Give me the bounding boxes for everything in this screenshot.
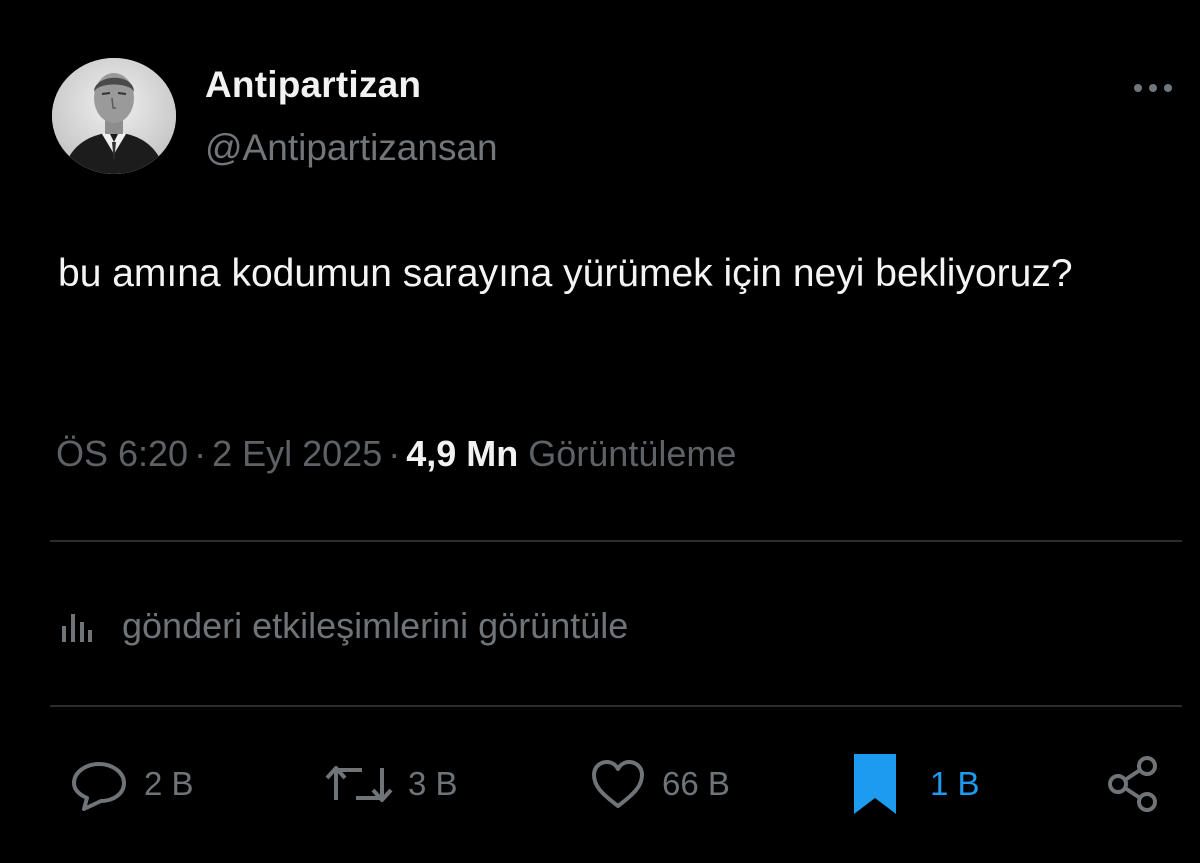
reply-button[interactable]: 2 B — [68, 756, 194, 812]
share-button[interactable] — [1102, 756, 1164, 812]
retweet-button[interactable]: 3 B — [324, 756, 458, 812]
share-icon — [1108, 756, 1157, 812]
view-post-engagements-label: gönderi etkileşimlerini görüntüle — [122, 605, 629, 646]
ellipsis-icon — [1134, 84, 1172, 92]
views-count: 4,9 Mn — [406, 433, 519, 474]
tweet-actions-bar: 2 B 3 B 66 B 1 B — [0, 754, 1200, 814]
heart-icon — [592, 760, 644, 808]
tweet-meta: ÖS 6:20 · 2 Eyl 2025 · 4,9 Mn Görüntüleme — [56, 433, 736, 475]
meta-separator: · — [388, 433, 401, 474]
bookmark-count: 1 B — [930, 765, 980, 802]
bookmark-button[interactable]: 1 B — [850, 754, 980, 814]
bookmark-icon — [854, 754, 896, 814]
author-handle[interactable]: @Antipartizansan — [205, 127, 498, 169]
view-post-engagements-link[interactable]: gönderi etkileşimlerini görüntüle — [58, 604, 628, 648]
reply-icon — [72, 762, 126, 811]
more-options-button[interactable] — [1120, 70, 1180, 106]
tweet-time[interactable]: ÖS 6:20 — [56, 433, 188, 474]
tweet-text: bu amına kodumun sarayına yürümek için n… — [58, 252, 1073, 295]
tweet-date[interactable]: 2 Eyl 2025 — [212, 433, 382, 474]
divider — [50, 705, 1182, 707]
reply-count: 2 B — [144, 765, 194, 802]
bar-chart-icon — [62, 614, 92, 642]
profile-photo-portrait — [52, 58, 176, 174]
tweet-card: Antipartizan @Antipartizansan bu amına k… — [0, 0, 1200, 863]
retweet-icon — [325, 766, 393, 802]
like-button[interactable]: 66 B — [588, 756, 730, 812]
views-label: Görüntüleme — [528, 433, 737, 474]
retweet-count: 3 B — [408, 765, 458, 802]
divider — [50, 540, 1182, 542]
author-display-name[interactable]: Antipartizan — [205, 64, 421, 106]
meta-separator: · — [194, 433, 207, 474]
avatar[interactable] — [52, 58, 176, 174]
like-count: 66 B — [662, 765, 730, 802]
